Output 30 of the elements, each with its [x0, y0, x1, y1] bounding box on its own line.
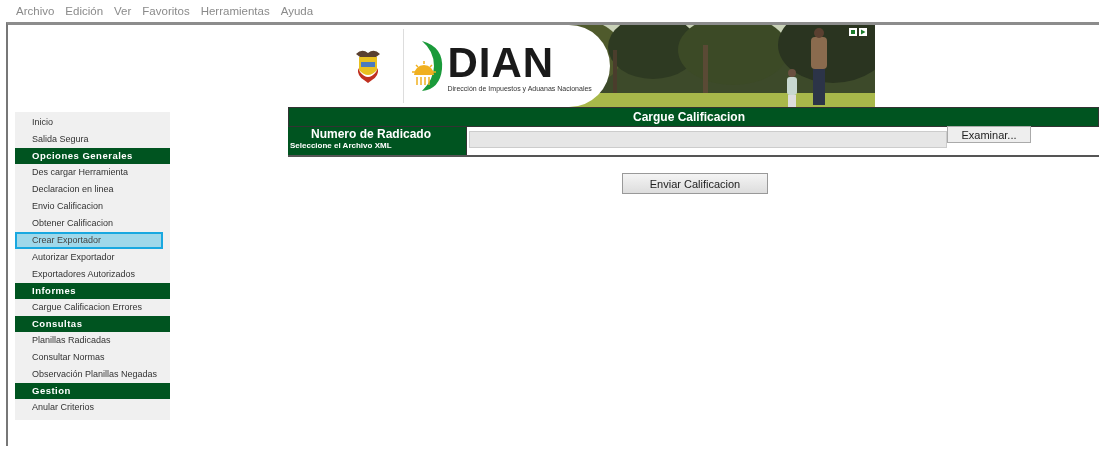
menu-item[interactable]: Edición: [65, 5, 104, 17]
field-hint: Seleccione el Archivo XML: [289, 141, 392, 151]
sidebar-link[interactable]: Des cargar Herramienta: [15, 164, 163, 181]
menu-item[interactable]: Herramientas: [200, 5, 270, 17]
sidebar-link[interactable]: Inicio: [15, 114, 163, 131]
menu-item[interactable]: Ver: [114, 5, 132, 17]
menu-item[interactable]: Ayuda: [280, 5, 314, 17]
sidebar-link[interactable]: Anular Criterios: [15, 399, 163, 416]
field-label: Numero de Radicado: [310, 127, 432, 141]
sidebar-link[interactable]: Salida Segura: [15, 131, 163, 148]
sidebar-link[interactable]: Exportadores Autorizados: [15, 266, 163, 283]
sidebar-link[interactable]: Autorizar Exportador: [15, 249, 163, 266]
sidebar-link[interactable]: Cargue Calificacion Errores: [15, 299, 163, 316]
sidebar-section-header: Informes: [15, 283, 170, 299]
logo-text: DIAN: [447, 40, 556, 85]
sidebar-link[interactable]: Obtener Calificacion: [15, 215, 163, 232]
form-title: Cargue Calificacion: [288, 107, 1099, 127]
sidebar-link[interactable]: Declaracion en linea: [15, 181, 163, 198]
menu-item[interactable]: Archivo: [16, 5, 55, 17]
sidebar-section-header: Gestion: [15, 383, 170, 399]
menu-item[interactable]: Favoritos: [142, 5, 190, 17]
sidebar-section-header: Opciones Generales: [15, 148, 170, 164]
sidebar-link[interactable]: Crear Exportador: [15, 232, 163, 249]
submit-button[interactable]: Enviar Calificacion: [622, 173, 768, 194]
sidebar-link[interactable]: Consultar Normas: [15, 349, 163, 366]
sidebar-link[interactable]: Observación Planillas Negadas: [15, 366, 163, 383]
sidebar-link[interactable]: Planillas Radicadas: [15, 332, 163, 349]
sidebar-section-header: Consultas: [15, 316, 170, 332]
browse-button[interactable]: Examinar...: [947, 126, 1031, 143]
sidebar-link[interactable]: Envio Calificacion: [15, 198, 163, 215]
